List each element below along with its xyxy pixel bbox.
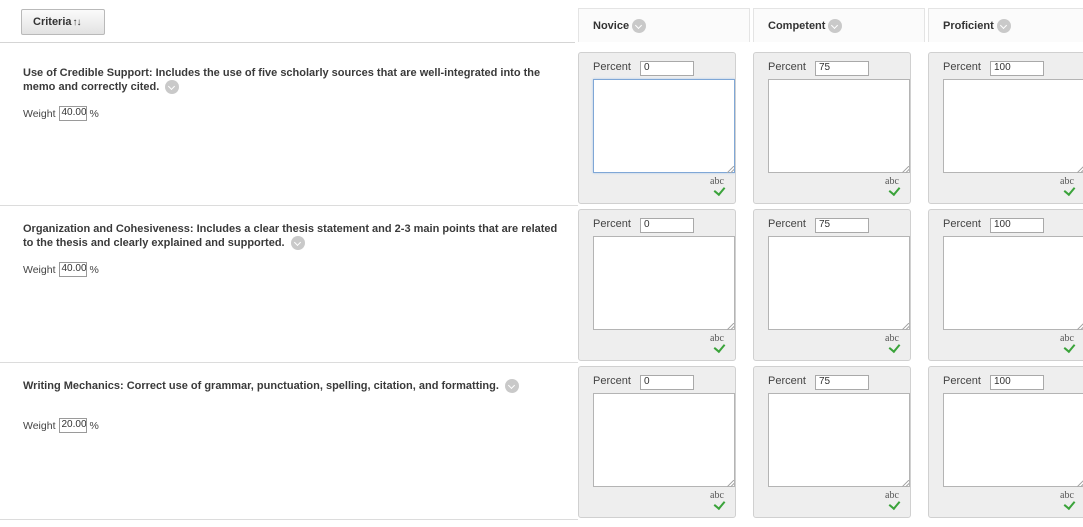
level-description-input[interactable]	[943, 236, 1083, 330]
percent-label: Percent	[593, 218, 631, 230]
level-description-input[interactable]	[593, 79, 735, 173]
level-cell-novice: Percent 0 abc	[578, 209, 736, 361]
level-description-input[interactable]	[768, 393, 910, 487]
percent-label: Percent	[593, 61, 631, 73]
percent-label: Percent	[768, 61, 806, 73]
percent-input[interactable]: 0	[640, 218, 694, 233]
level-cell-novice: Percent 0 abc	[578, 52, 736, 204]
spellcheck-icon[interactable]: abc	[1060, 491, 1080, 511]
resize-grip-icon[interactable]	[1077, 323, 1083, 330]
spellcheck-icon[interactable]: abc	[710, 491, 730, 511]
level-description-input[interactable]	[768, 79, 910, 173]
resize-grip-icon[interactable]	[902, 166, 909, 173]
percent-label: Percent	[943, 61, 981, 73]
level-cell-competent: Percent 75 abc	[753, 366, 911, 518]
percent-input[interactable]: 0	[640, 375, 694, 390]
level-description-input[interactable]	[593, 236, 735, 330]
spellcheck-icon[interactable]: abc	[710, 177, 730, 197]
resize-grip-icon[interactable]	[902, 480, 909, 487]
resize-grip-icon[interactable]	[727, 323, 734, 330]
rubric-cells: Percent 0 abc Percent 75 abc Percent 100…	[0, 0, 1083, 527]
percent-label: Percent	[943, 375, 981, 387]
spellcheck-icon[interactable]: abc	[885, 177, 905, 197]
spellcheck-icon[interactable]: abc	[1060, 334, 1080, 354]
percent-label: Percent	[943, 218, 981, 230]
level-description-input[interactable]	[593, 393, 735, 487]
level-description-input[interactable]	[943, 79, 1083, 173]
level-cell-proficient: Percent 100 abc	[928, 209, 1083, 361]
resize-grip-icon[interactable]	[1077, 166, 1083, 173]
percent-label: Percent	[593, 375, 631, 387]
level-cell-proficient: Percent 100 abc	[928, 366, 1083, 518]
percent-label: Percent	[768, 218, 806, 230]
level-cell-competent: Percent 75 abc	[753, 52, 911, 204]
percent-input[interactable]: 0	[640, 61, 694, 76]
spellcheck-icon[interactable]: abc	[1060, 177, 1080, 197]
resize-grip-icon[interactable]	[727, 480, 734, 487]
resize-grip-icon[interactable]	[902, 323, 909, 330]
percent-input[interactable]: 75	[815, 218, 869, 233]
level-cell-novice: Percent 0 abc	[578, 366, 736, 518]
resize-grip-icon[interactable]	[727, 166, 734, 173]
level-description-input[interactable]	[768, 236, 910, 330]
spellcheck-icon[interactable]: abc	[710, 334, 730, 354]
spellcheck-icon[interactable]: abc	[885, 334, 905, 354]
percent-input[interactable]: 100	[990, 375, 1044, 390]
resize-grip-icon[interactable]	[1077, 480, 1083, 487]
percent-input[interactable]: 100	[990, 61, 1044, 76]
percent-input[interactable]: 75	[815, 375, 869, 390]
level-cell-proficient: Percent 100 abc	[928, 52, 1083, 204]
level-cell-competent: Percent 75 abc	[753, 209, 911, 361]
percent-input[interactable]: 75	[815, 61, 869, 76]
spellcheck-icon[interactable]: abc	[885, 491, 905, 511]
percent-label: Percent	[768, 375, 806, 387]
percent-input[interactable]: 100	[990, 218, 1044, 233]
level-description-input[interactable]	[943, 393, 1083, 487]
